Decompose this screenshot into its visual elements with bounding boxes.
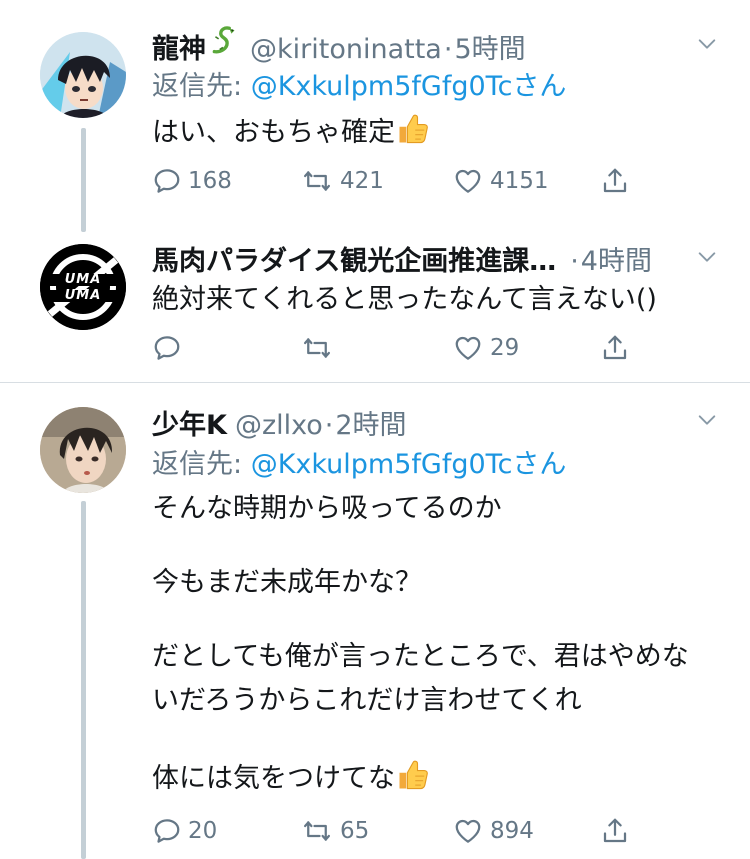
like-button[interactable]: 4151 [452,163,549,199]
separator-dot: · [324,410,334,441]
dragon-emoji [208,24,242,58]
retweet-count: 421 [340,168,384,194]
like-count: 29 [490,335,520,361]
replying-to: 返信先: @Kxkulpm5fGfg0Tcさん [152,442,566,481]
timestamp[interactable]: 2時間 [335,403,406,442]
tweet-text-content: 絶対来てくれると思ったなんて言えない() [152,284,657,315]
retweet-button[interactable]: 421 [300,163,384,199]
chevron-down-icon[interactable] [696,33,718,55]
share-icon [600,816,630,846]
like-button[interactable]: 29 [452,330,519,366]
reply-target-link[interactable]: @Kxkulpm5fGfg0Tcさん [251,71,567,102]
reply-icon [152,333,182,363]
reply-count: 168 [188,168,232,194]
chevron-down-icon[interactable] [696,246,718,268]
user-handle[interactable]: @zllxo [235,410,323,441]
avatar[interactable] [40,407,126,493]
like-count: 894 [490,818,534,844]
share-button[interactable] [600,813,630,849]
tweet-3[interactable]: 少年K @zllxo · 2時間 返信先: @Kxkulpm5fGfg0Tcさん… [0,383,750,859]
tweet-1[interactable]: 龍神 @kiritoninatta · 5時間 返信先: @Kxkulpm5fG… [0,0,750,236]
avatar-image [40,407,126,493]
replying-label: 返信先: [152,71,251,102]
tweet-actions: 20 65 894 [152,813,642,849]
tweet-text-line-with-emoji: 体には気をつけてな [152,757,431,799]
tweet-text-content: 体には気をつけてな [152,763,395,794]
tweet-text-line: だとしても俺が言ったところで、君はやめな [152,641,689,672]
retweet-icon [300,333,334,363]
like-icon [452,816,484,846]
separator-dot: · [443,34,453,65]
reply-icon [152,166,182,196]
tweet-text: はい、おもちゃ確定 [152,111,431,153]
retweet-button[interactable]: 65 [300,813,369,849]
thumbs-up-emoji [395,111,431,147]
reply-icon [152,816,182,846]
tweet-header: 龍神 @kiritoninatta · 5時間 [152,24,526,66]
like-icon [452,333,484,363]
timestamp[interactable]: 5時間 [454,27,525,66]
tweet-header: 馬肉パラダイス観光企画推進課… · 4時間 [152,239,652,279]
thread-line [81,501,86,859]
tweet-text-line: いだろうからこれだけ言わせてくれ [152,685,582,716]
tweet-text: 絶対来てくれると思ったなんて言えない() [152,280,657,320]
reply-target-link[interactable]: @Kxkulpm5fGfg0Tcさん [251,449,567,480]
retweet-icon [300,166,334,196]
retweet-count: 65 [340,818,370,844]
like-icon [452,166,484,196]
display-name[interactable]: 馬肉パラダイス観光企画推進課… [152,239,556,278]
avatar[interactable] [40,32,126,118]
share-icon [600,166,630,196]
separator-dot: · [570,246,579,277]
retweet-button[interactable] [300,330,340,366]
tweet-text-line: そんな時期から吸ってるのか [152,493,502,524]
avatar[interactable]: UMA UMA [40,244,126,330]
avatar-logo-text: UMA UMA [64,272,102,303]
retweet-icon [300,816,334,846]
display-name[interactable]: 少年K [152,403,227,442]
tweet-2[interactable]: UMA UMA 馬肉パラダイス観光企画推進課… · 4時間 絶対来てくれると思っ… [0,236,750,382]
like-count: 4151 [490,168,549,194]
tweet-header: 少年K @zllxo · 2時間 [152,403,407,443]
reply-button[interactable] [152,330,188,366]
tweet-text-line: 今もまだ未成年かな？ [152,567,422,598]
share-button[interactable] [600,330,630,366]
replying-to: 返信先: @Kxkulpm5fGfg0Tcさん [152,64,566,103]
reply-button[interactable]: 20 [152,813,217,849]
user-handle[interactable]: @kiritoninatta [250,34,442,65]
share-icon [600,333,630,363]
like-button[interactable]: 894 [452,813,534,849]
reply-button[interactable]: 168 [152,163,232,199]
chevron-down-icon[interactable] [696,409,718,431]
share-button[interactable] [600,163,630,199]
display-name[interactable]: 龍神 [152,27,206,66]
tweet-text-content: はい、おもちゃ確定 [152,117,395,148]
tweet-actions: 168 421 4151 [152,163,642,199]
thumbs-up-emoji [395,757,431,793]
replying-label: 返信先: [152,449,251,480]
tweet-actions: 29 [152,330,642,366]
reply-count: 20 [188,818,218,844]
avatar-image [40,32,126,118]
timestamp[interactable]: 4時間 [581,239,652,278]
thread-line [81,128,86,232]
